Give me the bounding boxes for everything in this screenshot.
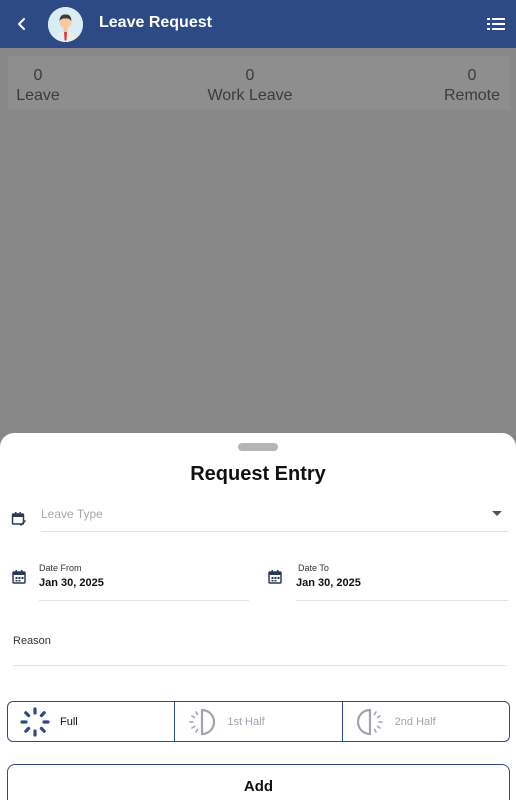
leave-type-underline bbox=[41, 531, 508, 532]
segment-second-half[interactable]: 2nd Half bbox=[343, 702, 509, 741]
calendar-icon bbox=[12, 570, 26, 584]
list-icon bbox=[487, 18, 505, 30]
full-day-icon bbox=[20, 707, 50, 737]
first-half-icon bbox=[189, 708, 216, 736]
reason-label: Reason bbox=[13, 635, 51, 647]
summary-work-leave-value: 0 bbox=[245, 67, 255, 84]
segment-full-label: Full bbox=[60, 716, 78, 728]
leave-type-select[interactable]: Leave Type bbox=[41, 507, 103, 521]
summary-work-leave: 0 Work Leave bbox=[207, 66, 293, 106]
dropdown-arrow-icon[interactable] bbox=[492, 511, 502, 516]
day-portion-selector: Full 1st Half 2nd Half bbox=[7, 701, 510, 742]
date-to-field[interactable]: Jan 30, 2025 bbox=[296, 577, 361, 589]
summary-leave-label: Leave bbox=[16, 87, 60, 104]
calendar-icon bbox=[268, 570, 282, 584]
segment-first-half[interactable]: 1st Half bbox=[175, 702, 343, 741]
date-to-underline bbox=[296, 600, 508, 601]
page-title: Leave Request bbox=[99, 14, 212, 31]
leave-summary: 0 Leave 0 Work Leave 0 Remote bbox=[8, 56, 510, 110]
segment-full[interactable]: Full bbox=[8, 702, 176, 741]
add-button[interactable]: Add bbox=[7, 764, 510, 800]
summary-remote: 0 Remote bbox=[442, 66, 502, 106]
date-from-label: Date From bbox=[39, 563, 82, 573]
back-button[interactable] bbox=[10, 12, 34, 36]
summary-leave-value: 0 bbox=[33, 67, 43, 84]
date-from-underline bbox=[39, 600, 249, 601]
summary-leave: 0 Leave bbox=[15, 66, 61, 106]
app-bar: Leave Request bbox=[0, 0, 516, 48]
menu-button[interactable] bbox=[486, 14, 506, 34]
segment-first-half-label: 1st Half bbox=[227, 716, 265, 728]
summary-work-leave-label: Work Leave bbox=[207, 87, 293, 104]
date-to-label: Date To bbox=[298, 563, 329, 573]
reason-input[interactable] bbox=[13, 665, 506, 666]
sheet-title: Request Entry bbox=[190, 463, 326, 485]
request-entry-sheet: Request Entry Leave Type Date From Jan 3… bbox=[0, 433, 516, 800]
second-half-icon bbox=[356, 708, 383, 736]
calendar-edit-icon bbox=[11, 512, 26, 526]
avatar bbox=[48, 7, 83, 42]
chevron-left-icon bbox=[18, 18, 25, 30]
segment-second-half-label: 2nd Half bbox=[394, 716, 436, 728]
summary-remote-value: 0 bbox=[467, 67, 477, 84]
date-from-field[interactable]: Jan 30, 2025 bbox=[39, 577, 104, 589]
drag-handle[interactable] bbox=[238, 443, 278, 451]
summary-remote-label: Remote bbox=[443, 87, 501, 104]
